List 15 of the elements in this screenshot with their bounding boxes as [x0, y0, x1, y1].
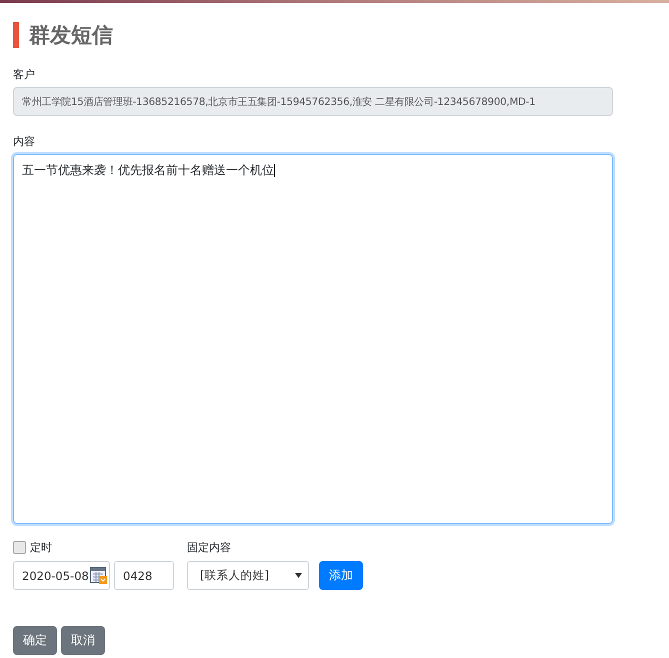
page-title: 群发短信 — [29, 22, 113, 49]
add-button[interactable]: 添加 — [319, 561, 363, 590]
time-field[interactable]: 0428 — [114, 561, 174, 590]
dropdown-arrow-icon — [295, 573, 302, 578]
content-field[interactable]: 五一节优惠来袭！优先报名前十名赠送一个机位 — [13, 154, 613, 524]
calendar-icon[interactable] — [90, 567, 107, 584]
cancel-button[interactable]: 取消 — [61, 626, 105, 655]
date-field[interactable]: 2020-05-08 — [13, 561, 110, 590]
confirm-button[interactable]: 确定 — [13, 626, 57, 655]
field-label: 固定内容 — [187, 540, 232, 555]
fixed-content-dropdown[interactable]: [联系人的姓] — [187, 561, 309, 590]
field-label: 客户 — [13, 67, 36, 81]
title-accent-bar — [13, 22, 19, 48]
field-label: 内容 — [13, 134, 36, 148]
schedule-checkbox[interactable]: 定时 — [13, 539, 174, 555]
